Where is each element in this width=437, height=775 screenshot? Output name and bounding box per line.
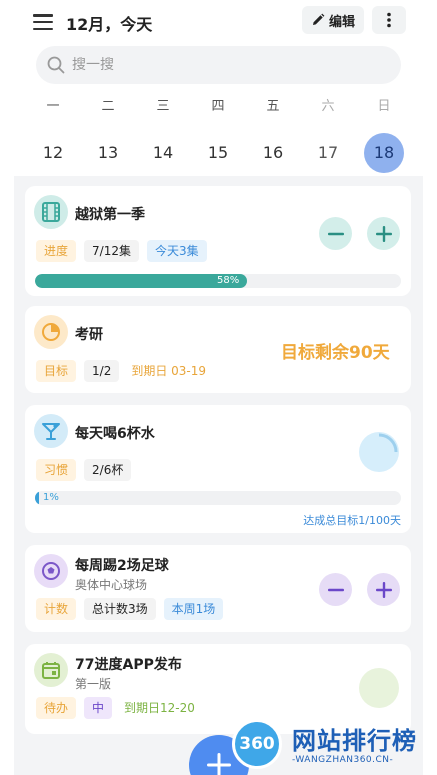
watermark-title: 网站排行榜 (292, 727, 417, 755)
tag-row: 目标 1/2 到期日 03-19 (36, 360, 210, 382)
edit-button-label: 编辑 (328, 14, 355, 30)
tag-progress: 7/12集 (84, 240, 139, 262)
tag-today: 今天3集 (146, 240, 207, 262)
watermark-subtitle: -WANGZHAN360.CN- (292, 755, 394, 765)
progress-fill (35, 274, 247, 288)
plus-icon (375, 581, 392, 598)
task-title: 每天喝6杯水 (75, 426, 155, 442)
weekday-label: 一 (46, 99, 60, 114)
search-icon (47, 56, 65, 74)
decrement-button[interactable] (319, 217, 352, 250)
tag-row: 计数 总计数3场 本周1场 (36, 598, 224, 620)
task-card-prison-break[interactable]: 越狱第一季 进度 7/12集 今天3集 58% (25, 186, 411, 296)
progress-fill (35, 491, 39, 505)
date-label: 16 (262, 143, 284, 162)
weekday-label: 三 (156, 99, 170, 114)
tag-row: 待办 中 到期日12-20 (36, 697, 199, 719)
menu-icon[interactable] (33, 14, 53, 30)
search-input[interactable] (72, 57, 372, 73)
page-title: 12月，今天 (66, 15, 153, 34)
task-list: 越狱第一季 进度 7/12集 今天3集 58% 考研 目标 1/2 到期日 03… (14, 176, 423, 775)
task-title: 越狱第一季 (75, 207, 145, 223)
total-goal-text: 达成总目标1/100天 (303, 514, 401, 527)
minus-icon (327, 232, 344, 235)
date-label: 18 (364, 133, 404, 173)
days-remaining: 目标剩余90天 (281, 343, 390, 363)
decrement-button[interactable] (319, 573, 352, 606)
tag-progress: 1/2 (84, 360, 120, 382)
task-card-water[interactable]: 每天喝6杯水 习惯 2/6杯 1% 达成总目标1/100天 (25, 405, 411, 533)
tag-progress: 2/6杯 (84, 459, 132, 481)
day-sat[interactable]: 六 17 (306, 96, 350, 173)
day-fri[interactable]: 五 16 (251, 96, 295, 173)
more-options-button[interactable] (372, 6, 406, 34)
pie-chart-icon (34, 315, 68, 349)
progress-track: 1% (35, 491, 401, 505)
weekday-label: 六 (321, 99, 335, 114)
date-label: 12 (42, 143, 64, 162)
date-label: 14 (152, 143, 174, 162)
tag-type: 计数 (36, 598, 77, 620)
tag-row: 习惯 2/6杯 (36, 459, 132, 481)
task-subtitle: 奥体中心球场 (75, 578, 148, 592)
tag-total: 总计数3场 (84, 598, 156, 620)
search-bar[interactable] (36, 46, 401, 84)
date-label: 15 (207, 143, 229, 162)
complete-button[interactable] (359, 668, 399, 708)
day-wed[interactable]: 三 14 (141, 96, 185, 173)
cocktail-icon (34, 414, 68, 448)
tag-type: 进度 (36, 240, 77, 262)
tag-this-week: 本周1场 (163, 598, 224, 620)
task-title: 考研 (75, 327, 103, 343)
watermark: 360 网站排行榜 -WANGZHAN360.CN- (228, 713, 437, 775)
task-card-exam[interactable]: 考研 目标 1/2 到期日 03-19 目标剩余90天 (25, 306, 411, 393)
weekday-label: 二 (101, 99, 115, 114)
increment-button[interactable] (367, 573, 400, 606)
date-label: 17 (317, 143, 339, 162)
weekday-label: 五 (266, 99, 280, 114)
day-tue[interactable]: 二 13 (86, 96, 130, 173)
check-in-button[interactable] (359, 432, 399, 472)
increment-button[interactable] (367, 217, 400, 250)
day-thu[interactable]: 四 15 (196, 96, 240, 173)
task-subtitle: 第一版 (75, 677, 112, 691)
pencil-icon (312, 13, 325, 25)
tag-row: 进度 7/12集 今天3集 (36, 240, 207, 262)
day-sun-selected[interactable]: 日 18 (362, 96, 406, 173)
weekday-label: 日 (377, 99, 391, 114)
watermark-logo: 360 (232, 719, 282, 769)
film-icon (34, 195, 68, 229)
tag-due-date: 到期日12-20 (124, 701, 195, 715)
tag-due-date: 到期日 03-19 (131, 364, 207, 378)
edit-button[interactable]: 编辑 (302, 6, 364, 34)
tag-type: 待办 (36, 697, 77, 719)
task-title: 77进度APP发布 (75, 657, 182, 673)
task-title: 每周踢2场足球 (75, 558, 169, 574)
task-card-football[interactable]: 每周踢2场足球 奥体中心球场 计数 总计数3场 本周1场 (25, 545, 411, 632)
minus-icon (327, 588, 344, 591)
tag-type: 习惯 (36, 459, 77, 481)
soccer-ball-icon (34, 554, 68, 588)
progress-ring-icon (378, 433, 398, 453)
tag-priority: 中 (84, 697, 113, 719)
date-label: 13 (97, 143, 119, 162)
day-mon[interactable]: 一 12 (31, 96, 75, 173)
plus-icon (375, 225, 392, 242)
top-bar: 12月，今天 编辑 (0, 0, 437, 42)
weekday-label: 四 (211, 99, 225, 114)
more-vertical-icon (387, 12, 391, 28)
progress-label: 1% (43, 492, 59, 503)
progress-label: 58% (217, 275, 240, 286)
tag-type: 目标 (36, 360, 77, 382)
calendar-icon (34, 653, 68, 687)
progress-track: 58% (35, 274, 401, 288)
